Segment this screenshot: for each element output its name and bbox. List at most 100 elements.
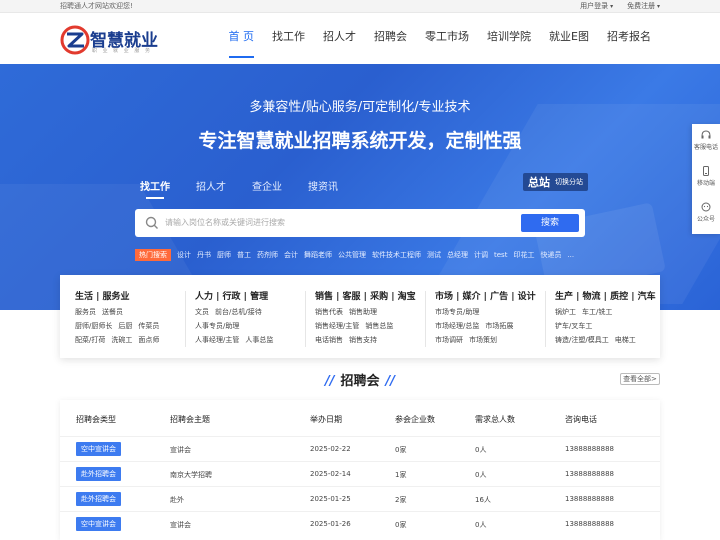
cell-people: 0人 xyxy=(475,446,487,454)
category-link[interactable]: 市场专员/助理 xyxy=(435,308,479,316)
hot-keyword[interactable]: 丹书 xyxy=(197,250,211,260)
nav-job-fair[interactable]: 招聘会 xyxy=(365,13,416,64)
free-register-link[interactable]: 免费注册 xyxy=(627,1,660,11)
hot-keyword[interactable]: 印花工 xyxy=(513,250,534,260)
category-line: 市场调研 市场策划 xyxy=(435,335,553,345)
category-link[interactable]: 面点师 xyxy=(138,336,159,344)
nav-find-job[interactable]: 找工作 xyxy=(263,13,314,64)
category-link[interactable]: 市场经理/总监 xyxy=(435,322,479,330)
search-box[interactable]: 请输入岗位名称或关键词进行搜索 搜索 xyxy=(135,209,585,237)
category-link[interactable]: 铸造/注塑/模具工 xyxy=(555,336,609,344)
hot-keyword[interactable]: 厨师 xyxy=(217,250,231,260)
category-link[interactable]: 市场调研 xyxy=(435,336,463,344)
table-row[interactable]: 空中宣讲会 宣讲会 2025-01-26 0家 0人 13888888888 xyxy=(60,511,660,536)
table-row[interactable]: 赴外招聘会 赴外 2025-01-25 2家 16人 13888888888 xyxy=(60,486,660,511)
category-line: 锅炉工 车工/铣工 xyxy=(555,307,673,317)
tab-find-job[interactable]: 找工作 xyxy=(140,178,170,199)
category-link[interactable]: 服务员 xyxy=(75,308,96,316)
category-link[interactable]: 销售经理/主管 xyxy=(315,322,359,330)
category-link[interactable]: 锅炉工 xyxy=(555,308,576,316)
hot-keyword[interactable]: 药剂师 xyxy=(257,250,278,260)
category-title[interactable]: 生产 | 物流 | 质控 | 汽车 xyxy=(555,289,673,302)
cell-theme: 南京大学招聘 xyxy=(170,471,212,479)
hot-keyword[interactable]: 测试 xyxy=(427,250,441,260)
category-column: 生产 | 物流 | 质控 | 汽车 锅炉工 车工/铣工 铲车/叉车工 铸造/注塑/模具工… xyxy=(545,289,673,349)
hot-keyword[interactable]: 快递员 xyxy=(540,250,561,260)
table-row[interactable]: 赴外招聘会 南京大学招聘 2025-02-14 1家 0人 13888888888 xyxy=(60,461,660,486)
category-title[interactable]: 销售 | 客服 | 采购 | 淘宝 xyxy=(315,289,433,302)
hot-keyword[interactable]: 公共管理 xyxy=(338,250,366,260)
hot-keyword[interactable]: 普工 xyxy=(237,250,251,260)
nav-job-map[interactable]: 就业E图 xyxy=(540,13,598,64)
category-link[interactable]: 市场策划 xyxy=(469,336,497,344)
title-deco-left-icon: // xyxy=(324,374,335,389)
hot-keyword[interactable]: 舞蹈老师 xyxy=(304,250,332,260)
category-link[interactable]: 销售代表 xyxy=(315,308,343,316)
hot-keyword[interactable]: 会计 xyxy=(284,250,298,260)
category-link[interactable]: 后厨 xyxy=(118,322,132,330)
category-link[interactable]: 配菜/打荷 xyxy=(75,336,105,344)
category-title[interactable]: 市场 | 媒介 | 广告 | 设计 xyxy=(435,289,553,302)
logo-mark-icon xyxy=(60,25,90,55)
category-link[interactable]: 电梯工 xyxy=(615,336,636,344)
header-companies: 参会企业数 xyxy=(395,415,435,424)
fair-type-badge: 赴外招聘会 xyxy=(76,492,121,506)
nav-home[interactable]: 首 页 xyxy=(220,13,264,64)
search-input[interactable]: 请输入岗位名称或关键词进行搜索 xyxy=(165,217,285,228)
category-link[interactable]: 销售总监 xyxy=(365,322,393,330)
category-link[interactable]: 文员 xyxy=(195,308,209,316)
category-link[interactable]: 人事总监 xyxy=(245,336,273,344)
side-mobile[interactable]: 移动端 xyxy=(692,160,720,196)
view-all-button[interactable]: 查看全部> xyxy=(620,373,660,385)
station-switch-link[interactable]: 切换分站 xyxy=(555,177,583,187)
hot-search: 热门搜索 设计 丹书 厨师 普工 药剂师 会计 舞蹈老师 公共管理 软件技术工程师 测试 总经理 计调… xyxy=(135,249,580,261)
station-switcher[interactable]: 总站 切换分站 xyxy=(523,173,588,191)
fair-type-badge: 赴外招聘会 xyxy=(76,467,121,481)
cell-phone: 13888888888 xyxy=(565,495,614,503)
nav-exam-signup[interactable]: 招考报名 xyxy=(598,13,660,64)
hot-keyword[interactable]: 总经理 xyxy=(447,250,468,260)
cell-companies: 0家 xyxy=(395,521,407,529)
category-title[interactable]: 生活 | 服务业 xyxy=(75,289,193,302)
tab-company[interactable]: 查企业 xyxy=(252,178,282,197)
search-button[interactable]: 搜索 xyxy=(521,214,579,232)
side-official-account-label: 公众号 xyxy=(696,216,715,223)
category-link[interactable]: 铲车/叉车工 xyxy=(555,322,592,330)
table-row[interactable]: 空中宣讲会 宣讲会 2025-02-22 0家 0人 13888888888 xyxy=(60,436,660,461)
category-link[interactable]: 人事经理/主管 xyxy=(195,336,239,344)
category-link[interactable]: 车工/铣工 xyxy=(582,308,612,316)
hot-keyword[interactable]: ... xyxy=(567,251,574,259)
category-link[interactable]: 电话销售 xyxy=(315,336,343,344)
category-link[interactable]: 销售助理 xyxy=(349,308,377,316)
category-link[interactable]: 厨师/厨师长 xyxy=(75,322,112,330)
category-link[interactable]: 销售支持 xyxy=(349,336,377,344)
tab-news[interactable]: 搜资讯 xyxy=(308,178,338,197)
category-link[interactable]: 人事专员/助理 xyxy=(195,322,239,330)
side-customer-phone[interactable]: 客服电话 xyxy=(692,124,720,160)
category-line: 销售经理/主管 销售总监 xyxy=(315,321,433,331)
hot-keyword[interactable]: 计调 xyxy=(474,250,488,260)
side-mobile-label: 移动端 xyxy=(696,180,715,187)
category-column: 市场 | 媒介 | 广告 | 设计 市场专员/助理 市场经理/总监 市场拓展 市场调研市… xyxy=(425,289,553,349)
nav-training[interactable]: 培训学院 xyxy=(478,13,540,64)
category-line: 市场经理/总监 市场拓展 xyxy=(435,321,553,331)
category-line: 铸造/注塑/模具工 电梯工 xyxy=(555,335,673,345)
hot-keyword[interactable]: 设计 xyxy=(177,250,191,260)
nav-gig-market[interactable]: 零工市场 xyxy=(416,13,478,64)
tab-find-talent[interactable]: 招人才 xyxy=(196,178,226,197)
category-link[interactable]: 前台/总机/接待 xyxy=(215,308,262,316)
user-login-link[interactable]: 用户登录 xyxy=(580,1,613,11)
category-title[interactable]: 人力 | 行政 | 管理 xyxy=(195,289,313,302)
category-link[interactable]: 洗碗工 xyxy=(111,336,132,344)
hero-title: 专注智慧就业招聘系统开发，定制性强 xyxy=(198,130,522,152)
hot-keyword[interactable]: 软件技术工程师 xyxy=(372,250,421,260)
nav-find-talent[interactable]: 招人才 xyxy=(314,13,365,64)
side-official-account[interactable]: 公众号 xyxy=(692,196,720,232)
category-link[interactable]: 传菜员 xyxy=(138,322,159,330)
category-link[interactable]: 送餐员 xyxy=(102,308,123,316)
site-logo[interactable]: 智慧就业 职 业 就 业 服 务 xyxy=(60,23,160,57)
hot-keyword[interactable]: test xyxy=(494,251,507,259)
hero-subtitle: 多兼容性/贴心服务/可定制化/专业技术 xyxy=(249,100,471,115)
cell-theme: 宣讲会 xyxy=(170,446,191,454)
category-link[interactable]: 市场拓展 xyxy=(485,322,513,330)
